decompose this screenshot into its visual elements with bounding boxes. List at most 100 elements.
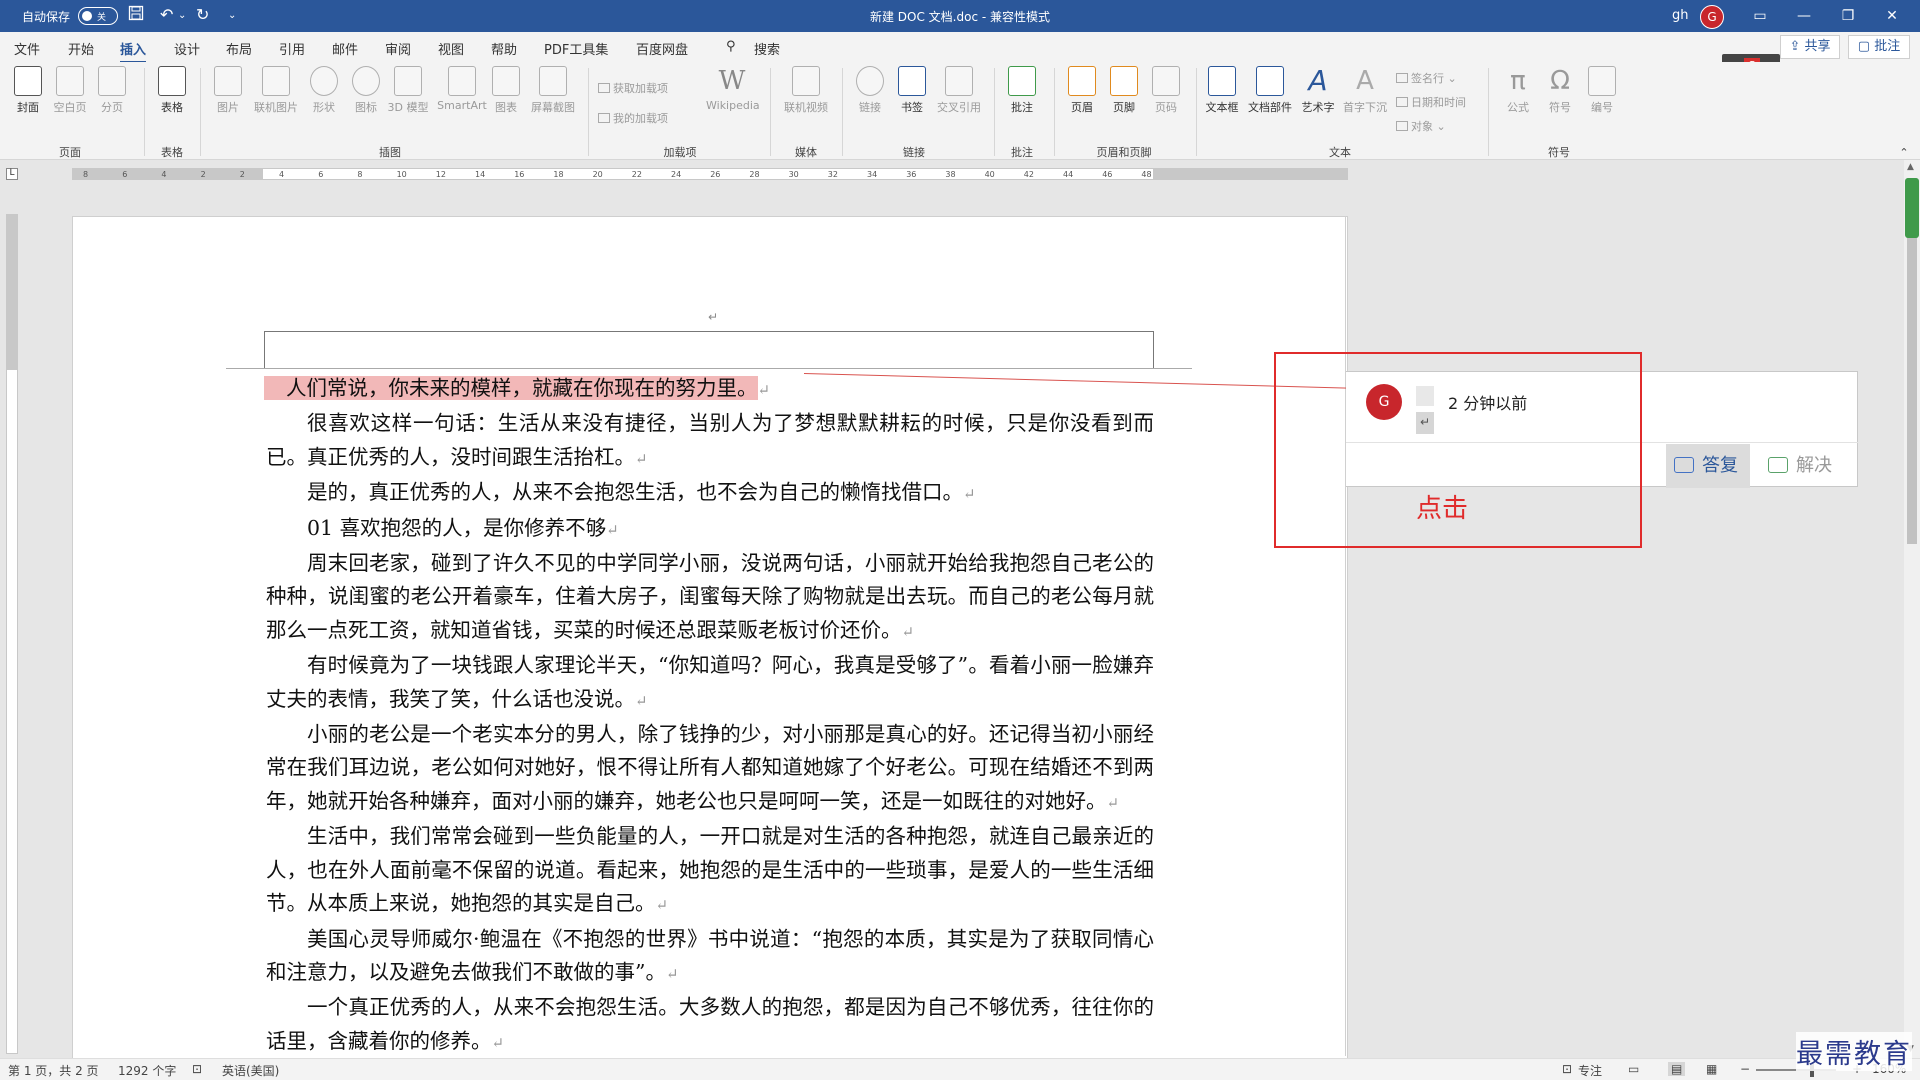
tab-home[interactable]: 开始 [68,39,94,58]
object-button[interactable]: 对象 ⌄ [1396,118,1446,134]
close-button[interactable]: ✕ [1874,4,1910,28]
signature-line-button[interactable]: 签名行 ⌄ [1396,70,1457,86]
resolve-button[interactable]: 解决 [1760,444,1850,488]
tab-references[interactable]: 引用 [279,39,305,58]
language-indicator[interactable]: 英语(美国) [222,1062,279,1079]
my-addins-button[interactable]: 我的加载项 [598,110,668,126]
bookmark-icon [898,66,926,96]
web-layout-icon[interactable]: ▦ [1706,1062,1717,1076]
symbol-button[interactable]: Ω 符号 [1538,66,1582,115]
tab-selector[interactable]: L [6,168,18,180]
undo-icon[interactable]: ↶ [160,5,173,24]
tab-view[interactable]: 视图 [438,39,464,58]
tab-pdf-tools[interactable]: PDF工具集 [544,39,608,58]
autosave-state: 关 [97,13,107,23]
tab-review[interactable]: 审阅 [385,39,411,58]
3d-models-button[interactable]: 3D 模型 [386,66,430,115]
header-paragraph-mark: ↵ [708,310,719,324]
equation-button[interactable]: π 公式 [1496,66,1540,115]
search-icon[interactable]: ⚲ [726,39,736,54]
pictures-button[interactable]: 图片 [206,66,250,115]
user-name[interactable]: gh [1672,8,1689,23]
new-comment-button[interactable]: 批注 [1000,66,1044,115]
save-icon[interactable] [128,5,144,25]
print-layout-icon[interactable]: ▤ [1668,1062,1686,1076]
icons-button[interactable]: 图标 [344,66,388,115]
table-button[interactable]: 表格 [150,66,194,115]
reply-button[interactable]: 答复 [1666,444,1750,488]
quick-parts-icon [1256,66,1284,96]
tab-layout[interactable]: 布局 [226,39,252,58]
comments-button[interactable]: ▢ 批注 [1848,35,1910,59]
online-pictures-button[interactable]: 联机图片 [254,66,298,115]
document-body[interactable]: 人们常说，你未来的模样，就藏在你现在的努力里。↵ 很喜欢这样一句话：生活从来没有… [264,372,1154,1060]
share-button[interactable]: ⇪ 共享 [1780,35,1840,59]
tab-design[interactable]: 设计 [174,39,200,58]
pictures-icon [214,66,242,96]
calendar-icon [1396,97,1408,107]
undo-dropdown-icon[interactable]: ⌄ [178,10,186,21]
bookmark-button[interactable]: 书签 [890,66,934,115]
tab-file[interactable]: 文件 [14,39,40,58]
blank-page-button[interactable]: 空白页 [48,66,92,115]
header-button[interactable]: 页眉 [1060,66,1104,115]
drop-cap-icon: A [1356,66,1374,96]
smartart-button[interactable]: SmartArt [434,66,490,112]
quick-parts-button[interactable]: 文档部件 [1244,66,1296,115]
vertical-ruler[interactable] [6,214,18,1054]
link-button[interactable]: 链接 [848,66,892,115]
user-avatar[interactable]: G [1700,5,1724,29]
commented-text[interactable]: 人们常说，你未来的模样，就藏在你现在的努力里。 [264,376,758,400]
drop-cap-button[interactable]: A 首字下沉 [1340,66,1390,115]
date-time-label: 日期和时间 [1411,96,1466,109]
number-button[interactable]: 编号 [1580,66,1624,115]
header-area[interactable] [264,331,1154,369]
restore-button[interactable]: ❐ [1830,4,1866,28]
cross-reference-button[interactable]: 交叉引用 [932,66,986,115]
shapes-button[interactable]: 形状 [302,66,346,115]
group-separator [144,68,145,156]
cover-page-button[interactable]: 封面 [6,66,50,115]
redo-icon[interactable]: ↻ [196,5,209,24]
status-bar: 第 1 页，共 2 页 1292 个字 ⊡ 英语(美国) ⊡ 专注 ▭ ▤ ▦ … [0,1058,1920,1080]
minimize-button[interactable]: — [1786,4,1822,28]
autosave-toggle[interactable]: 关 [78,7,118,25]
ruler-tick-label: 4 [161,170,167,179]
read-mode-icon[interactable]: ▭ [1628,1062,1639,1076]
wikipedia-button[interactable]: W Wikipedia [706,66,760,112]
icons-icon [352,66,380,96]
tab-mailings[interactable]: 邮件 [332,39,358,58]
online-video-button[interactable]: 联机视频 [780,66,832,115]
text-box-button[interactable]: 文本框 [1200,66,1244,115]
reply-icon [1674,457,1694,473]
focus-icon[interactable]: ⊡ [1562,1062,1572,1076]
page-count[interactable]: 第 1 页，共 2 页 [8,1062,99,1079]
page-break-button[interactable]: 分页 [90,66,134,115]
get-addins-button[interactable]: 获取加载项 [598,80,668,96]
screenshot-icon [539,66,567,96]
focus-mode[interactable]: 专注 [1578,1062,1602,1079]
document-title: 新建 DOC 文档.doc - 兼容性模式 [869,10,1051,24]
page-number-button[interactable]: 页码 [1144,66,1188,115]
tab-baidu-netdisk[interactable]: 百度网盘 [636,39,688,58]
tab-help[interactable]: 帮助 [491,39,517,58]
horizontal-ruler[interactable]: 8 6 4 2 2 4 6 8 10 12 14 16 18 20 22 24 26 28 30 32 34 36 38 40… [72,168,1348,180]
chart-button[interactable]: 图表 [484,66,528,115]
ribbon-display-options-icon[interactable]: ▭ [1742,4,1778,28]
word-count[interactable]: 1292 个字 [118,1062,176,1079]
3d-models-label: 3D 模型 [387,101,429,114]
search-label[interactable]: 搜索 [754,39,780,58]
screenshot-button[interactable]: 屏幕截图 [528,66,578,115]
proofing-icon[interactable]: ⊡ [192,1062,202,1076]
resolve-label: 解决 [1796,455,1832,476]
date-time-button[interactable]: 日期和时间 [1396,94,1466,110]
tab-insert[interactable]: 插入 [120,39,147,64]
scroll-up-icon[interactable]: ▲ [1907,162,1914,172]
footer-button[interactable]: 页脚 [1102,66,1146,115]
collapse-ribbon-icon[interactable]: ⌃ [1896,146,1912,159]
vertical-scrollbar[interactable]: ▲ ▼ [1904,160,1920,1060]
customize-qat-icon[interactable]: ⌄ [228,10,236,21]
ruler-tick-label: 40 [984,170,995,179]
wordart-button[interactable]: A 艺术字 [1296,66,1340,115]
zoom-out-icon[interactable]: − [1740,1062,1750,1076]
